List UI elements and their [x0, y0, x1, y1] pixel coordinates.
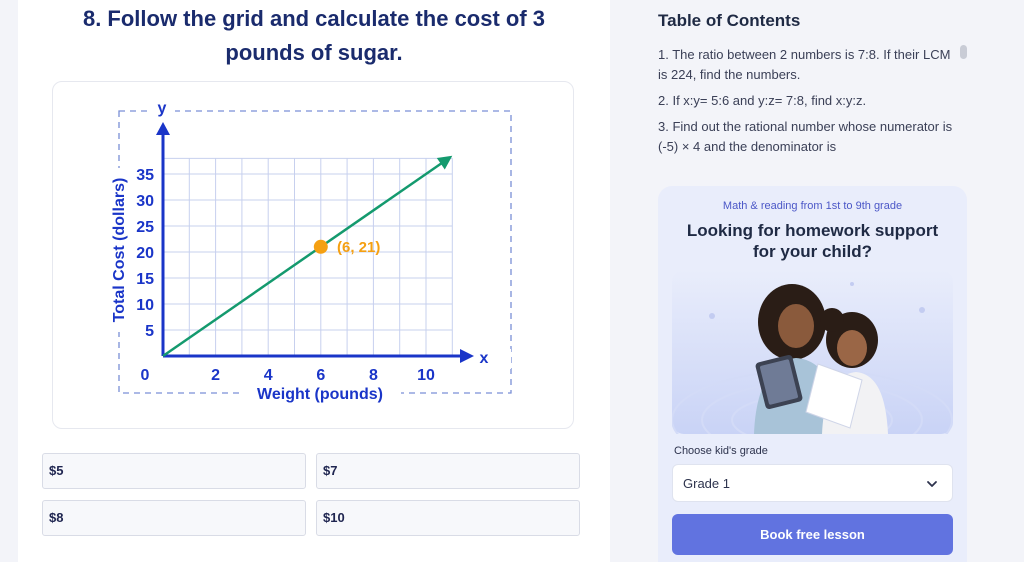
toc-list: 1. The ratio between 2 numbers is 7:8. I… [658, 45, 958, 159]
promo-card: Math & reading from 1st to 9th grade Loo… [658, 186, 967, 562]
y-tick-label: 10 [136, 297, 154, 314]
promo-subtitle: Math & reading from 1st to 9th grade [722, 200, 903, 212]
series [162, 155, 453, 358]
answer-option-8[interactable]: $8 [42, 500, 306, 536]
grade-label: Choose kid's grade [674, 445, 768, 457]
mother-daughter-illustration [672, 270, 953, 434]
y-tick-label: 15 [136, 271, 154, 288]
book-free-lesson-button[interactable]: Book free lesson [672, 514, 953, 555]
graph-card: y x 0 5 10 15 20 25 30 35 2 4 6 8 10 Total Cost (d… [52, 81, 574, 429]
question-title-line1: 8. Follow the grid and calculate the cos… [82, 6, 546, 31]
y-tick-label: 5 [145, 323, 154, 340]
point-label: (6, 21) [337, 239, 380, 256]
y-tick-labels: 5 10 15 20 25 30 35 [136, 167, 154, 340]
x-tick-labels: 2 4 6 8 10 [211, 367, 435, 384]
grade-select-value: Grade 1 [683, 476, 730, 491]
toc-scrollbar[interactable] [960, 45, 967, 59]
grade-select[interactable]: Grade 1 [672, 464, 953, 502]
y-tick-label: 30 [136, 193, 154, 210]
question-title: 8. Follow the grid and calculate the cos… [18, 2, 610, 70]
x-axis-letter: x [480, 350, 489, 367]
y-axis-arrow [156, 122, 170, 135]
answer-option-7[interactable]: $7 [316, 453, 580, 489]
toc-item-3[interactable]: 3. Find out the rational number whose nu… [658, 117, 958, 157]
highlight-point [313, 239, 328, 254]
series-line [162, 161, 444, 358]
x-tick-label: 8 [369, 367, 378, 384]
x-axis-label: Weight (pounds) [257, 386, 383, 403]
y-tick-label: 25 [136, 219, 154, 236]
promo-headline-line1: Looking for homework support [686, 221, 939, 240]
y-tick-label: 20 [136, 245, 154, 262]
toc-item-1[interactable]: 1. The ratio between 2 numbers is 7:8. I… [658, 45, 958, 85]
x-tick-label: 4 [264, 367, 273, 384]
x-tick-label: 10 [417, 367, 435, 384]
question-title-line2: pounds of sugar. [225, 40, 403, 65]
origin-label: 0 [141, 367, 150, 384]
chevron-down-icon [927, 481, 937, 487]
x-tick-label: 2 [211, 367, 220, 384]
frame-gap-x [471, 349, 511, 369]
answer-option-5[interactable]: $5 [42, 453, 306, 489]
cost-graph: y x 0 5 10 15 20 25 30 35 2 4 6 8 10 Total Cost (d… [111, 100, 512, 403]
x-tick-label: 6 [316, 367, 325, 384]
toc-item-2[interactable]: 2. If x:y= 5:6 and y:z= 7:8, find x:y:z. [658, 91, 958, 111]
y-tick-label: 35 [136, 167, 154, 184]
series-arrow [436, 155, 453, 170]
y-axis-label: Total Cost (dollars) [111, 178, 128, 323]
y-axis-letter: y [158, 100, 167, 117]
answer-option-10[interactable]: $10 [316, 500, 580, 536]
toc-title: Table of Contents [658, 11, 801, 30]
promo-headline-line2: for your child? [753, 242, 872, 261]
promo-headline: Looking for homework support for your ch… [658, 220, 967, 262]
